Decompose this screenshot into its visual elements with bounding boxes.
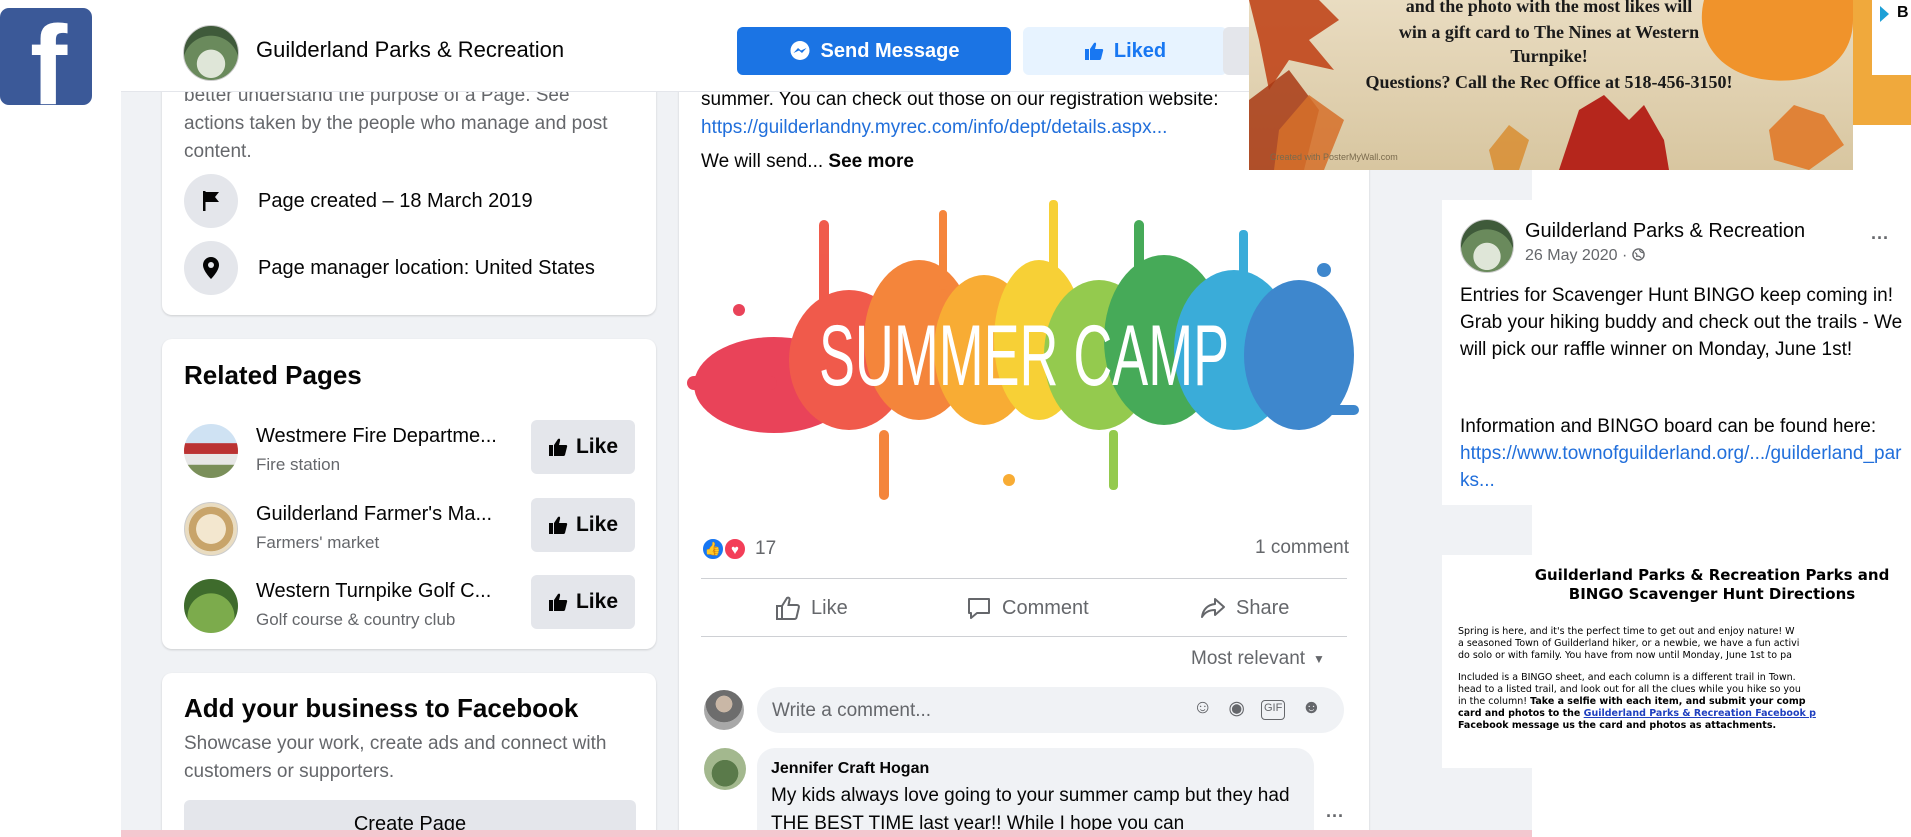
bingo-doc-line: card and photos to the Guilderland Parks… <box>1458 708 1816 719</box>
bingo-doc-title-1: Guilderland Parks & Recreation Parks and <box>1534 566 1890 584</box>
bingo-doc-line: a seasoned Town of Guilderland hiker, or… <box>1458 638 1800 649</box>
post-divider <box>701 578 1347 579</box>
related-page-name[interactable]: Western Turnpike Golf C... <box>256 580 491 603</box>
bingo-doc-title-2: BINGO Scavenger Hunt Directions <box>1568 585 1856 603</box>
post-see-more-line: We will send... See more <box>701 151 914 172</box>
related-page-name[interactable]: Guilderland Farmer's Ma... <box>256 503 492 526</box>
post-author-avatar[interactable] <box>1460 219 1514 273</box>
add-business-title: Add your business to Facebook <box>184 693 579 723</box>
love-reaction-icon: ♥ <box>723 537 747 561</box>
related-page-name[interactable]: Westmere Fire Departme... <box>256 425 497 448</box>
related-pages-title: Related Pages <box>184 360 362 390</box>
facebook-logo-letter: f <box>30 8 68 106</box>
post-info-text: Information and BINGO board can be found… <box>1460 416 1877 437</box>
post-date[interactable]: 26 May 2020 · <box>1525 247 1645 265</box>
thumbs-up-icon <box>548 593 568 611</box>
bingo-facebook-link[interactable]: Guilderland Parks & Recreation Facebook … <box>1584 708 1816 719</box>
related-page-category: Farmers' market <box>256 533 380 552</box>
related-page-item[interactable]: Westmere Fire Departme... Fire station L… <box>184 420 636 484</box>
thumbs-up-outline-icon <box>776 596 800 620</box>
reactions-summary[interactable]: 👍 ♥ 17 <box>701 537 776 561</box>
share-icon <box>1201 598 1225 618</box>
registration-link[interactable]: https://guilderlandny.myrec.com/info/dep… <box>701 114 1167 142</box>
messenger-icon <box>790 41 810 60</box>
related-page-like-button[interactable]: Like <box>531 420 635 474</box>
post-options-icon[interactable]: ··· <box>1871 228 1889 249</box>
banner-line-3: Turnpike! <box>1510 46 1588 66</box>
comment-input-placeholder: Write a comment... <box>772 700 932 721</box>
bingo-doc-line: Facebook message us the card and photos … <box>1458 720 1777 731</box>
bingo-doc-line: Spring is here, and it's the perfect tim… <box>1458 626 1795 637</box>
commenter-avatar[interactable] <box>704 748 746 790</box>
related-page-category: Fire station <box>256 455 341 474</box>
bingo-doc-line: do solo or with family. You have from no… <box>1458 650 1792 661</box>
bingo-doc-line: Included is a BINGO sheet, and each colu… <box>1458 672 1796 683</box>
related-page-like-button[interactable]: Like <box>531 498 635 552</box>
bingo-doc-line: head to a listed trail, and look out for… <box>1458 684 1801 695</box>
liked-button[interactable]: Liked <box>1023 27 1227 75</box>
summer-camp-image-text: SUMMER CAMP <box>819 308 1229 404</box>
reaction-count: 17 <box>755 538 777 559</box>
bingo-doc-line: in the column! Take a selfie with each i… <box>1458 696 1806 707</box>
gif-icon[interactable]: GIF <box>1261 700 1286 720</box>
post-author-name[interactable]: Guilderland Parks & Recreation <box>1525 220 1805 243</box>
see-more-link[interactable]: See more <box>828 151 914 172</box>
related-page-avatar[interactable] <box>184 424 238 478</box>
comment-input-tools: ☺ ◉ GIF ☻ <box>1193 697 1321 720</box>
flag-icon <box>184 174 238 228</box>
post-divider <box>701 636 1347 637</box>
banner-credit: Created with PosterMyWall.com <box>1270 152 1398 162</box>
related-page-like-button[interactable]: Like <box>531 575 635 629</box>
summer-camp-image[interactable]: SUMMER CAMP <box>679 190 1369 520</box>
page-title[interactable]: Guilderland Parks & Recreation <box>256 37 564 63</box>
banner-line-1: and the photo with the most likes will <box>1405 0 1693 16</box>
banner-line-2: win a gift card to The Nines at Western <box>1398 22 1700 42</box>
bingo-board-link[interactable]: https://www.townofguilderland.org/.../gu… <box>1460 440 1908 494</box>
location-pin-icon <box>184 241 238 295</box>
page-location-label: Page manager location: United States <box>258 256 595 279</box>
related-page-item[interactable]: Western Turnpike Golf C... Golf course &… <box>184 575 636 639</box>
sticker-icon[interactable]: ☻ <box>1301 697 1321 720</box>
page-created-row: Page created – 18 March 2019 <box>184 174 533 228</box>
post-like-button[interactable]: Like <box>775 592 848 624</box>
camera-icon[interactable]: ◉ <box>1228 697 1245 720</box>
facebook-logo[interactable]: f <box>0 8 92 105</box>
post-comment-button[interactable]: Comment <box>966 592 1089 624</box>
related-page-avatar[interactable] <box>184 579 238 633</box>
play-arrow-icon <box>1880 6 1889 22</box>
transparency-text: better understand the purpose of a Page.… <box>184 85 608 162</box>
page-created-label: Page created – 18 March 2019 <box>258 189 533 212</box>
page-avatar[interactable] <box>183 25 239 81</box>
banner-line-4: Questions? Call the Rec Office at 518-45… <box>1365 72 1733 92</box>
post-share-button[interactable]: Share <box>1200 592 1289 624</box>
bottom-edge-strip <box>121 830 1532 837</box>
top-right-letter: B <box>1897 4 1909 21</box>
comment-more-icon[interactable]: ··· <box>1326 806 1344 827</box>
thumbs-up-icon <box>1084 42 1104 60</box>
related-page-category: Golf course & country club <box>256 610 456 629</box>
related-page-item[interactable]: Guilderland Farmer's Ma... Farmers' mark… <box>184 498 636 562</box>
page-location-row: Page manager location: United States <box>184 241 595 295</box>
thumbs-up-icon <box>548 516 568 534</box>
emoji-icon[interactable]: ☺ <box>1193 697 1212 720</box>
comment-icon <box>968 598 990 619</box>
related-page-avatar[interactable] <box>184 502 238 556</box>
like-reaction-icon: 👍 <box>701 537 725 561</box>
add-business-description: Showcase your work, create ads and conne… <box>184 733 607 782</box>
send-message-button[interactable]: Send Message <box>737 27 1011 75</box>
commenter-name[interactable]: Jennifer Craft Hogan <box>771 760 929 778</box>
caret-down-icon: ▼ <box>1313 652 1325 666</box>
globe-icon <box>1631 248 1645 261</box>
comment-text: My kids always love going to your summer… <box>771 785 1290 834</box>
user-avatar[interactable] <box>704 690 744 730</box>
thumbs-up-icon <box>548 438 568 456</box>
comment-sort-dropdown[interactable]: Most relevant ▼ <box>1191 648 1325 670</box>
post-body-text: Entries for Scavenger Hunt BINGO keep co… <box>1460 285 1903 360</box>
